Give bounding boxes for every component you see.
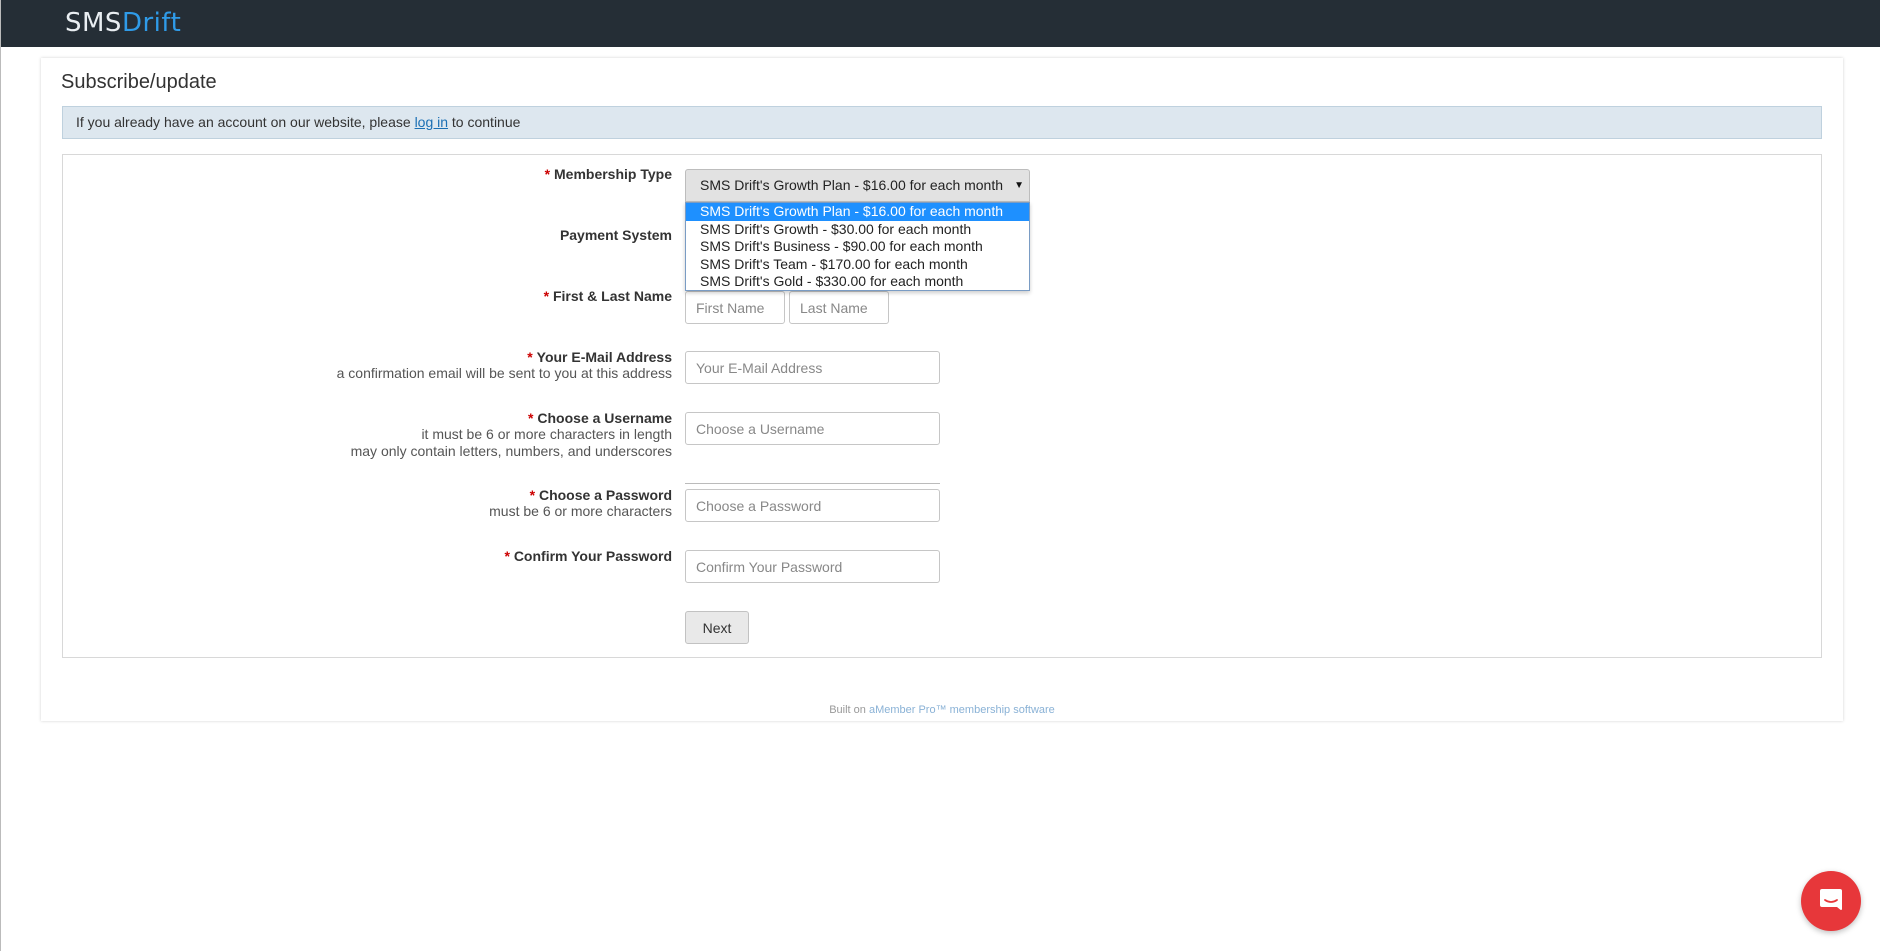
logo-text-sms: SMS [65, 8, 122, 38]
membership-type-select[interactable]: SMS Drift's Growth Plan - $16.00 for eac… [685, 169, 1030, 202]
username-input[interactable] [685, 412, 940, 445]
email-label: * Your E-Mail Address a confirmation ema… [337, 349, 672, 382]
username-title: Choose a Username [537, 410, 672, 426]
membership-type-options: SMS Drift's Growth Plan - $16.00 for eac… [685, 202, 1030, 291]
username-label: * Choose a Username it must be 6 or more… [351, 410, 672, 460]
signup-form: * Membership Type SMS Drift's Growth Pla… [62, 154, 1822, 658]
password-description: must be 6 or more characters [489, 503, 672, 519]
password-label: * Choose a Password must be 6 or more ch… [489, 487, 672, 520]
membership-option[interactable]: SMS Drift's Growth - $30.00 for each mon… [686, 221, 1029, 239]
required-marker: * [527, 349, 533, 365]
login-notice-tail: to continue [448, 114, 521, 130]
email-title: Your E-Mail Address [536, 349, 672, 365]
membership-type-label: * Membership Type [545, 166, 672, 182]
chat-icon [1820, 889, 1842, 910]
name-label: * First & Last Name [544, 288, 672, 304]
membership-type-title: Membership Type [554, 166, 672, 182]
payment-system-title: Payment System [559, 227, 672, 243]
chat-launcher-button[interactable] [1801, 871, 1861, 931]
last-name-input[interactable] [789, 291, 889, 324]
membership-type-value: SMS Drift's Growth Plan - $16.00 for eac… [700, 177, 1004, 193]
site-logo[interactable]: SMSDrift [65, 7, 181, 39]
page-title: Subscribe/update [61, 71, 217, 93]
required-marker: * [543, 288, 550, 304]
required-marker: * [504, 548, 510, 564]
logo-text-drift: Drift [121, 8, 182, 38]
confirm-password-input[interactable] [685, 550, 940, 583]
membership-option[interactable]: SMS Drift's Growth Plan - $16.00 for eac… [686, 203, 1029, 221]
username-description-chars: may only contain letters, numbers, and u… [350, 443, 672, 459]
email-description: a confirmation email will be sent to you… [336, 365, 672, 381]
name-title: First & Last Name [552, 288, 672, 304]
password-input[interactable] [685, 489, 940, 522]
email-input[interactable] [685, 351, 940, 384]
footer: Built on aMember Pro™ membership softwar… [41, 704, 1843, 716]
top-navbar: SMSDrift [1, 0, 1880, 47]
footer-text: Built on [829, 704, 869, 716]
membership-option[interactable]: SMS Drift's Business - $90.00 for each m… [686, 238, 1029, 256]
password-title: Choose a Password [538, 487, 672, 503]
login-notice: If you already have an account on our we… [62, 106, 1822, 139]
payment-system-label: Payment System [560, 227, 672, 243]
main-card: Subscribe/update If you already have an … [41, 58, 1843, 721]
required-marker: * [529, 487, 536, 503]
confirm-password-title: Confirm Your Password [513, 548, 672, 564]
first-name-input[interactable] [685, 291, 785, 324]
confirm-password-label: * Confirm Your Password [504, 548, 672, 564]
username-description-length: it must be 6 or more characters in lengt… [421, 426, 672, 442]
membership-option[interactable]: SMS Drift's Gold - $330.00 for each mont… [686, 273, 1029, 291]
required-marker: * [528, 410, 534, 426]
login-notice-text: If you already have an account on our we… [76, 114, 415, 130]
dropdown-arrow-icon: ▼ [1014, 180, 1024, 191]
login-link[interactable]: log in [415, 114, 448, 130]
required-marker: * [544, 166, 551, 182]
amember-link[interactable]: aMember Pro™ membership software [869, 704, 1055, 716]
next-button[interactable]: Next [685, 611, 749, 644]
divider [685, 483, 940, 484]
membership-option[interactable]: SMS Drift's Team - $170.00 for each mont… [686, 256, 1029, 274]
